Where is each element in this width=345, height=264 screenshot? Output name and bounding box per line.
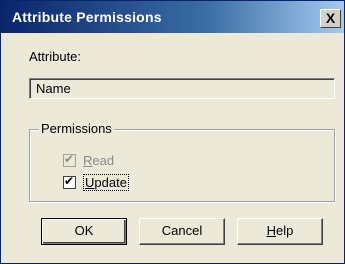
update-checkbox-row[interactable]: ✔ Update [63, 173, 129, 191]
check-icon: ✔ [64, 173, 75, 188]
ok-button[interactable]: OK [41, 218, 127, 245]
read-checkbox-label: Read [83, 152, 115, 168]
attribute-permissions-dialog: Attribute Permissions X Attribute: Name … [0, 0, 345, 264]
read-checkbox-row: ✔ Read [63, 151, 114, 169]
attribute-value: Name [36, 81, 71, 96]
title-bar: Attribute Permissions X [1, 1, 344, 33]
close-button[interactable]: X [320, 9, 341, 28]
read-checkbox: ✔ [63, 151, 76, 167]
attribute-label: Attribute: [29, 49, 82, 64]
close-icon: X [325, 10, 336, 26]
window-title: Attribute Permissions [12, 9, 162, 25]
cancel-button[interactable]: Cancel [139, 218, 225, 245]
permissions-group-label: Permissions [39, 121, 114, 136]
help-button[interactable]: Help [237, 218, 323, 245]
attribute-name-field: Name [29, 78, 335, 99]
check-icon: ✔ [64, 151, 75, 166]
update-checkbox[interactable]: ✔ [63, 173, 76, 189]
update-checkbox-label[interactable]: Update [83, 173, 129, 191]
